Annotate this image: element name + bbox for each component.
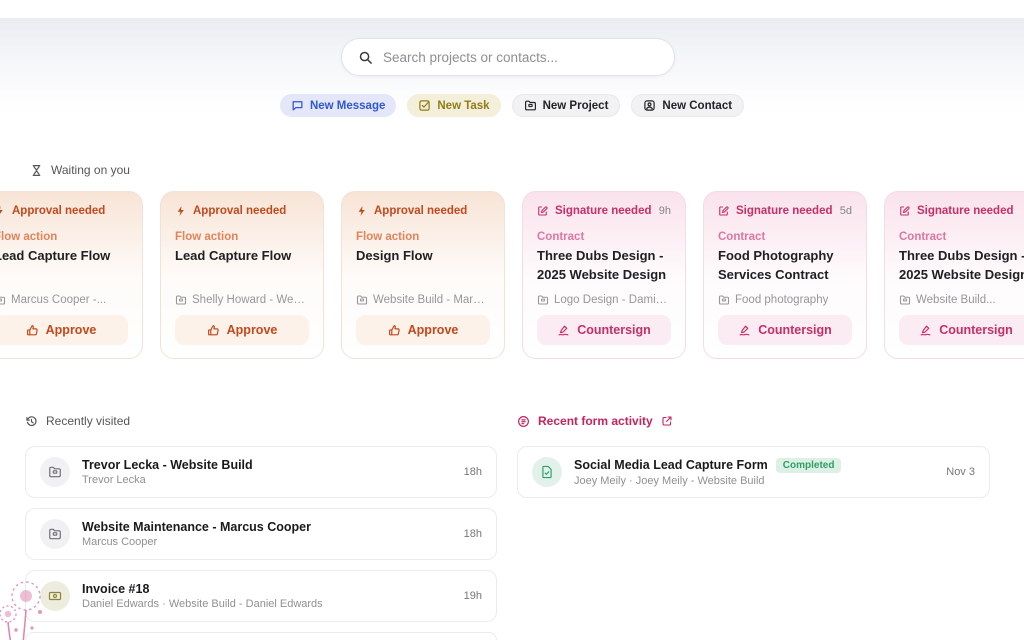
card-time: 9h: [659, 205, 671, 217]
card-project: Shelly Howard - Websi...: [175, 294, 309, 306]
row-title: Trevor Lecka - Website Build: [82, 458, 253, 472]
new-message-button[interactable]: New Message: [280, 94, 396, 117]
card-category: Contract: [537, 231, 671, 243]
recent-form-activity-header[interactable]: Recent form activity: [517, 414, 990, 428]
project-folder-icon: [40, 519, 70, 549]
card-category: Contract: [718, 231, 852, 243]
hourglass-icon: [30, 164, 43, 177]
project-folder-icon: [40, 457, 70, 487]
completed-badge: Completed: [776, 458, 842, 473]
search-icon: [358, 50, 373, 65]
form-activity-row[interactable]: Social Media Lead Capture Form Completed…: [517, 446, 990, 498]
recent-form-activity-section: Recent form activity Social Media Lead C…: [517, 414, 990, 508]
dashboard: New Message New Task New Project New Con…: [0, 0, 1024, 640]
row-date: Nov 3: [936, 466, 975, 478]
signature-card[interactable]: Signature needed 9h Contract Three Dubs …: [522, 191, 686, 359]
card-project: Website Build - Marcus...: [356, 294, 490, 306]
waiting-on-you-header: Waiting on you: [30, 163, 130, 177]
countersign-button[interactable]: Countersign: [537, 315, 671, 345]
zap-icon: [356, 205, 368, 217]
search-bar[interactable]: [341, 38, 675, 76]
flower-doodle: [0, 574, 60, 640]
folder-icon: [524, 99, 537, 112]
countersign-button[interactable]: Countersign: [718, 315, 852, 345]
folder-icon: [0, 294, 6, 306]
zap-icon: [0, 205, 6, 217]
card-title: Food Photography Services Contract: [718, 246, 852, 284]
recent-project-row[interactable]: Trevor Lecka - Website Build Trevor Leck…: [25, 446, 497, 498]
contact-icon: [643, 99, 656, 112]
row-subtitle: Daniel Edwards · Website Build - Daniel …: [82, 598, 323, 610]
signature-icon: [919, 324, 932, 337]
card-project: Logo Design - Damien...: [537, 294, 671, 306]
thumbs-up-icon: [388, 324, 401, 337]
row-subtitle: Marcus Cooper: [82, 536, 311, 548]
task-check-icon: [418, 99, 431, 112]
card-title: Lead Capture Flow: [0, 246, 128, 265]
new-project-button[interactable]: New Project: [512, 94, 621, 117]
card-title: Three Dubs Design - 2025 Website Design …: [899, 246, 1024, 289]
recent-project-row[interactable]: Website Maintenance - Marcus Cooper Marc…: [25, 508, 497, 560]
new-task-button[interactable]: New Task: [407, 94, 500, 117]
signature-icon: [557, 324, 570, 337]
form-document-icon: [532, 457, 562, 487]
card-project: Food photography: [718, 294, 852, 306]
card-project: Marcus Cooper -...: [0, 294, 128, 306]
folder-icon: [537, 294, 549, 306]
folder-icon: [356, 294, 368, 306]
history-icon: [25, 415, 38, 428]
row-title: Social Media Lead Capture Form: [574, 458, 768, 472]
thumbs-up-icon: [26, 324, 39, 337]
search-input[interactable]: [383, 50, 658, 65]
signature-icon: [738, 324, 751, 337]
approval-card[interactable]: Approval needed Flow action Lead Capture…: [0, 191, 143, 359]
list-item-peek[interactable]: [25, 632, 497, 640]
row-time: 18h: [454, 528, 482, 540]
row-subtitle: Trevor Lecka: [82, 474, 253, 486]
approval-card[interactable]: Approval needed Flow action Design Flow …: [341, 191, 505, 359]
card-title: Lead Capture Flow: [175, 246, 309, 265]
card-title: Design Flow: [356, 246, 490, 265]
recently-visited-section: Recently visited Trevor Lecka - Website …: [25, 414, 497, 640]
thumbs-up-icon: [207, 324, 220, 337]
row-time: 19h: [454, 590, 482, 602]
approve-button[interactable]: Approve: [0, 315, 128, 345]
quick-actions: New Message New Task New Project New Con…: [0, 94, 1024, 117]
approve-button[interactable]: Approve: [356, 315, 490, 345]
signature-card[interactable]: Signature needed 5d Contract Food Photog…: [703, 191, 867, 359]
zap-icon: [175, 205, 187, 217]
card-category: Flow action: [0, 231, 128, 243]
waiting-cards-carousel[interactable]: Approval needed Flow action Lead Capture…: [0, 191, 1024, 359]
sign-doc-icon: [899, 205, 911, 217]
signature-card[interactable]: Signature needed Contract Three Dubs Des…: [884, 191, 1024, 359]
folder-icon: [899, 294, 911, 306]
card-time: 5d: [840, 205, 852, 217]
card-title: Three Dubs Design - 2025 Website Design …: [537, 246, 671, 289]
approve-button[interactable]: Approve: [175, 315, 309, 345]
approval-card[interactable]: Approval needed Flow action Lead Capture…: [160, 191, 324, 359]
countersign-button[interactable]: Countersign: [899, 315, 1024, 345]
sign-doc-icon: [537, 205, 549, 217]
new-contact-button[interactable]: New Contact: [631, 94, 744, 117]
external-link-icon: [661, 415, 673, 427]
sign-doc-icon: [718, 205, 730, 217]
recently-visited-header: Recently visited: [25, 414, 497, 428]
row-subtitle: Joey Meily · Joey Meily - Website Build: [574, 475, 841, 487]
recent-invoice-row[interactable]: Invoice #18 Daniel Edwards · Website Bui…: [25, 570, 497, 622]
folder-icon: [718, 294, 730, 306]
chat-icon: [291, 99, 304, 112]
row-title: Invoice #18: [82, 582, 323, 596]
card-category: Flow action: [175, 231, 309, 243]
row-time: 18h: [454, 466, 482, 478]
row-title: Website Maintenance - Marcus Cooper: [82, 520, 311, 534]
form-icon: [517, 415, 530, 428]
card-project: Website Build...: [899, 294, 1024, 306]
card-category: Contract: [899, 231, 1024, 243]
card-category: Flow action: [356, 231, 490, 243]
folder-icon: [175, 294, 187, 306]
